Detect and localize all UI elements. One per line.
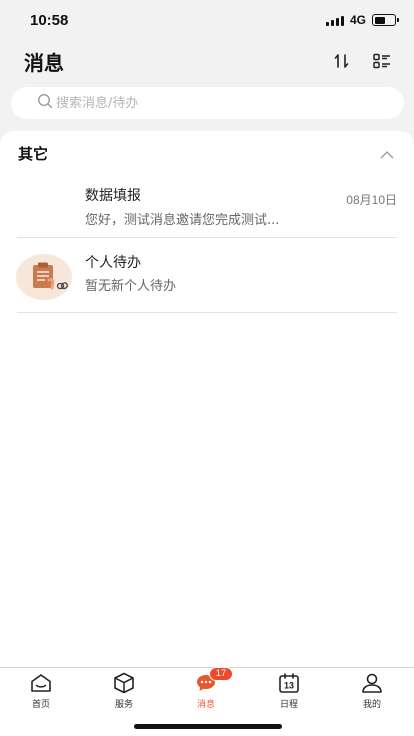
search-input[interactable] [56, 95, 376, 111]
chat-icon: 17 [195, 667, 233, 694]
header-actions [332, 51, 392, 71]
message-preview: 暂无新个人待办 [85, 279, 177, 294]
avatar [16, 253, 74, 300]
message-date: 08月10日 [346, 193, 397, 207]
search-icon [37, 93, 53, 113]
clipboard-todo-icon [16, 254, 72, 300]
tab-home[interactable]: 首页 [11, 672, 71, 716]
sort-icon[interactable] [332, 51, 352, 71]
section-header-other[interactable]: 其它 [0, 131, 414, 175]
tab-services[interactable]: 服务 [94, 672, 154, 716]
message-title: 数据填报 [85, 188, 141, 204]
message-item-personal-todo[interactable]: 个人待办 暂无新个人待办 [0, 244, 414, 306]
calendar-day: 13 [284, 681, 294, 691]
network-type: 4G [349, 13, 366, 27]
search-bar[interactable] [11, 87, 404, 119]
tab-label: 消息 [196, 700, 215, 710]
message-panel: 其它 数据填报 您好，测试消息邀请您完成测试... 08月10日 个人待办 暂无… [0, 131, 414, 667]
signal-icon [325, 15, 344, 26]
status-indicators: 4G [325, 13, 399, 27]
status-bar: 10:58 4G [0, 0, 414, 40]
divider [17, 312, 397, 313]
chevron-up-icon[interactable] [380, 144, 394, 163]
page-title: 消息 [24, 50, 64, 75]
battery-icon [372, 14, 399, 26]
tab-label: 我的 [362, 700, 381, 710]
user-icon [361, 672, 383, 694]
tab-label: 服务 [114, 700, 133, 710]
divider [17, 237, 397, 238]
section-title: 其它 [18, 144, 49, 163]
tab-label: 首页 [31, 700, 50, 710]
tab-profile[interactable]: 我的 [342, 672, 402, 716]
tab-label: 日程 [279, 700, 298, 710]
message-title: 个人待办 [85, 255, 141, 271]
home-indicator [134, 724, 282, 729]
status-time: 10:58 [30, 11, 69, 29]
tab-messages[interactable]: 17 消息 [176, 667, 236, 716]
message-preview: 您好，测试消息邀请您完成测试... [85, 213, 280, 228]
calendar-icon: 13 [278, 672, 300, 694]
list-view-icon[interactable] [372, 51, 392, 71]
page-header: 消息 [0, 40, 414, 82]
cube-icon [113, 672, 135, 694]
home-icon [30, 672, 52, 694]
message-item-data-report[interactable]: 数据填报 您好，测试消息邀请您完成测试... 08月10日 [0, 175, 414, 237]
tab-schedule[interactable]: 13 日程 [259, 672, 319, 716]
battery-level [374, 16, 385, 24]
unread-badge: 17 [209, 667, 233, 681]
